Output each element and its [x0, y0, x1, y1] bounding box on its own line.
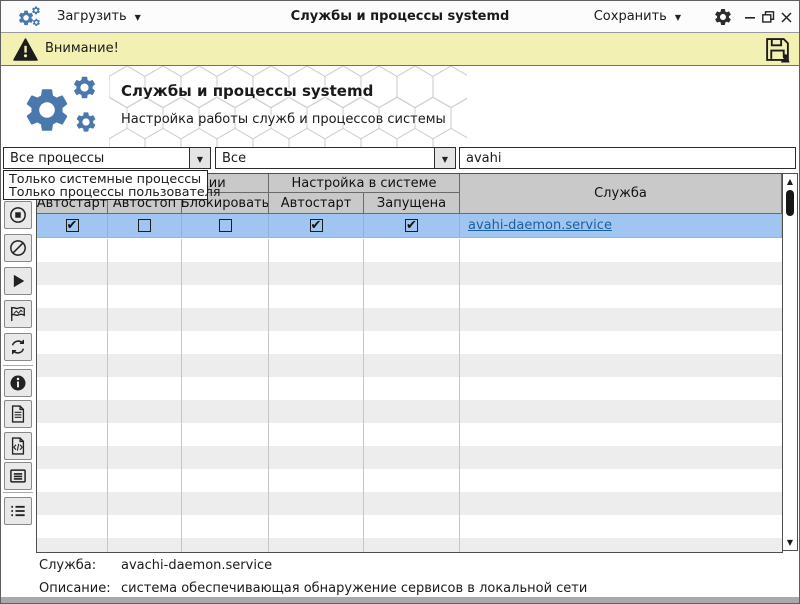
titlebar: Загрузить Службы и процессы systemd Сохр… — [1, 1, 799, 33]
process-filter-combo[interactable]: Все процессы — [3, 147, 211, 169]
list-icon — [8, 501, 28, 521]
state-filter-combo[interactable]: Все — [215, 147, 456, 169]
play-icon — [8, 271, 28, 291]
save-button[interactable]: Сохранить — [594, 1, 681, 32]
app-window: Загрузить Службы и процессы systemd Сохр… — [0, 0, 800, 604]
autostart-checkbox[interactable]: ✔ — [66, 219, 79, 232]
chevron-down-icon — [135, 9, 141, 24]
warning-triangle-icon — [13, 38, 38, 61]
column-header-service: Служба — [460, 174, 782, 214]
description-value: система обеспечивающая обнаружение серви… — [121, 581, 587, 596]
toolbar-separator — [3, 365, 33, 366]
cell-system-autostart: ✔ — [269, 214, 364, 237]
grid-line — [363, 239, 364, 552]
cell-running: ✔ — [364, 214, 460, 237]
combo-dropdown-button[interactable] — [189, 148, 210, 168]
refresh-button[interactable] — [4, 333, 32, 361]
start-service-button[interactable] — [4, 267, 32, 295]
service-value: avachi-daemon.service — [121, 558, 272, 573]
minimize-button[interactable] — [743, 10, 757, 24]
app-gears-icon — [17, 5, 45, 29]
column-header-system-autostart: Автостарт — [269, 193, 364, 214]
grid-line — [268, 239, 269, 552]
list-view-button[interactable] — [4, 497, 32, 525]
maximize-button[interactable] — [761, 10, 775, 24]
unit-source-button[interactable] — [4, 432, 32, 460]
chevron-down-icon — [675, 9, 681, 24]
banner: Службы и процессы systemd Настройка рабо… — [1, 66, 799, 147]
save-config-floppy-icon[interactable] — [764, 36, 791, 63]
cell-block — [182, 214, 269, 237]
console-icon — [8, 466, 28, 486]
grid-line — [107, 239, 108, 552]
table-empty-rows — [37, 239, 782, 552]
info-button[interactable] — [4, 369, 32, 397]
flag-icon — [8, 304, 28, 324]
document-icon — [8, 404, 28, 424]
scroll-up-arrow-icon[interactable]: ▲ — [783, 177, 797, 186]
process-filter-dropdown-list: Только системные процессы Только процесс… — [3, 170, 208, 200]
scroll-down-arrow-icon[interactable]: ▼ — [783, 538, 797, 547]
service-label: Служба: — [39, 558, 96, 573]
banner-title: Службы и процессы systemd — [121, 82, 373, 100]
settings-gear-icon[interactable] — [713, 7, 733, 27]
block-checkbox[interactable] — [219, 219, 232, 232]
state-filter-value: Все — [216, 148, 434, 168]
running-checkbox[interactable]: ✔ — [405, 219, 418, 232]
block-icon — [8, 238, 28, 258]
column-header-running: Запущена — [364, 193, 460, 214]
chevron-down-icon — [197, 151, 203, 166]
combo-dropdown-button[interactable] — [434, 148, 455, 168]
description-label: Описание: — [39, 581, 111, 596]
unit-file-button[interactable] — [4, 400, 32, 428]
stop-icon — [8, 205, 28, 225]
search-input-value: avahi — [466, 151, 501, 166]
refresh-icon — [8, 337, 28, 357]
table-row-selected[interactable]: ✔ ✔ ✔ avahi-daemon.service — [37, 214, 782, 238]
hexagon-pattern — [109, 66, 467, 147]
info-icon — [8, 373, 28, 393]
cell-service: avahi-daemon.service — [460, 214, 782, 237]
details-panel: Служба: avachi-daemon.service Описание: … — [1, 551, 799, 598]
grid-line — [459, 239, 460, 552]
grid-line — [181, 239, 182, 552]
system-autostart-checkbox[interactable]: ✔ — [310, 219, 323, 232]
autostop-checkbox[interactable] — [138, 219, 151, 232]
journal-button[interactable] — [4, 462, 32, 490]
warning-bar: Внимание! — [1, 33, 799, 66]
close-button[interactable] — [779, 10, 793, 24]
search-input[interactable]: avahi — [459, 147, 796, 169]
toolbar-separator — [3, 492, 33, 493]
cell-autostop — [108, 214, 182, 237]
cell-autostart: ✔ — [37, 214, 108, 237]
window-bottom-edge — [1, 597, 799, 603]
warning-text: Внимание! — [45, 41, 119, 56]
dropdown-option-user-processes[interactable]: Только процессы пользователя — [4, 185, 207, 198]
services-table: Доступные операции Настройка в системе С… — [36, 173, 783, 553]
scrollbar-thumb[interactable] — [786, 190, 794, 216]
group-header-system-settings: Настройка в системе — [269, 174, 460, 193]
banner-gears-logo — [19, 74, 111, 138]
load-button-label: Загрузить — [57, 9, 127, 24]
stop-service-button[interactable] — [4, 201, 32, 229]
chevron-down-icon — [442, 151, 448, 166]
load-button[interactable]: Загрузить — [57, 1, 141, 32]
service-link[interactable]: avahi-daemon.service — [468, 218, 612, 233]
process-filter-value: Все процессы — [4, 148, 189, 168]
banner-subtitle: Настройка работы служб и процессов систе… — [121, 112, 446, 127]
code-file-icon — [8, 436, 28, 456]
vertical-scrollbar[interactable]: ▲ ▼ — [782, 173, 798, 551]
save-button-label: Сохранить — [594, 9, 667, 24]
flag-service-button[interactable] — [4, 300, 32, 328]
block-service-button[interactable] — [4, 234, 32, 262]
